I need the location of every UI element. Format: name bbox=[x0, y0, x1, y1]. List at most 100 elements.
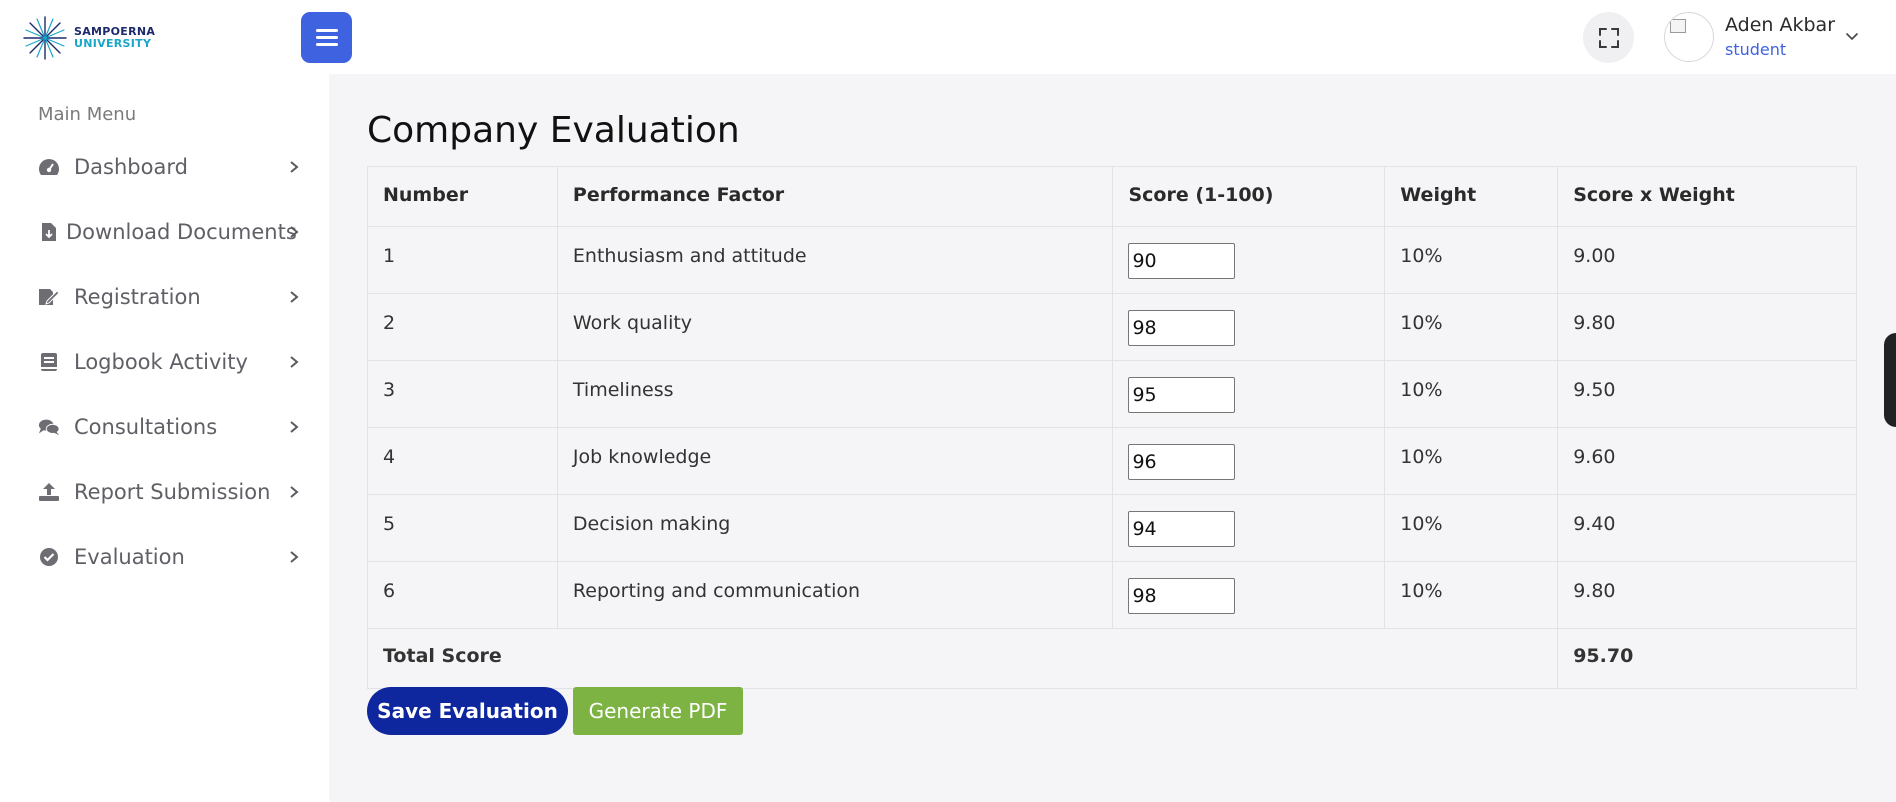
edit-signature-icon bbox=[38, 286, 60, 308]
sidebar: Main Menu Dashboard Download Documents R… bbox=[0, 74, 329, 802]
generate-pdf-button[interactable]: Generate PDF bbox=[573, 687, 743, 735]
chevron-right-icon bbox=[290, 161, 299, 173]
starburst-logo-icon bbox=[23, 16, 67, 60]
performance-factor: Enthusiasm and attitude bbox=[556, 226, 1114, 294]
performance-factor: Job knowledge bbox=[556, 427, 1114, 495]
weighted-score: 9.80 bbox=[1557, 293, 1857, 361]
sidebar-item-label: Dashboard bbox=[74, 155, 188, 179]
sidebar-item-label: Logbook Activity bbox=[74, 350, 248, 374]
user-name[interactable]: Aden Akbar bbox=[1725, 14, 1835, 36]
table-row: 3 Timeliness 10% 9.50 bbox=[367, 360, 1857, 428]
score-input[interactable] bbox=[1128, 578, 1236, 614]
row-number: 1 bbox=[367, 226, 558, 294]
score-cell bbox=[1112, 226, 1386, 294]
score-input[interactable] bbox=[1128, 511, 1236, 547]
score-cell bbox=[1112, 360, 1386, 428]
column-header-score: Score (1-100) bbox=[1112, 166, 1386, 227]
weighted-score: 9.60 bbox=[1557, 427, 1857, 495]
score-input[interactable] bbox=[1128, 243, 1236, 279]
performance-factor: Timeliness bbox=[556, 360, 1114, 428]
table-row: 4 Job knowledge 10% 9.60 bbox=[367, 427, 1857, 495]
score-input[interactable] bbox=[1128, 444, 1236, 480]
chevron-right-icon bbox=[290, 291, 299, 303]
chevron-right-icon bbox=[290, 356, 299, 368]
file-download-icon bbox=[38, 221, 60, 243]
column-header-performance-factor: Performance Factor bbox=[556, 166, 1114, 227]
weight: 10% bbox=[1384, 293, 1559, 361]
performance-factor: Work quality bbox=[556, 293, 1114, 361]
row-number: 2 bbox=[367, 293, 558, 361]
sidebar-item-dashboard[interactable]: Dashboard bbox=[38, 147, 300, 187]
fullscreen-button[interactable] bbox=[1583, 12, 1634, 63]
chevron-right-icon bbox=[290, 486, 299, 498]
weighted-score: 9.40 bbox=[1557, 494, 1857, 562]
book-icon bbox=[38, 351, 60, 373]
sidebar-item-registration[interactable]: Registration bbox=[38, 277, 300, 317]
sidebar-item-label: Report Submission bbox=[74, 480, 271, 504]
table-row: 1 Enthusiasm and attitude 10% 9.00 bbox=[367, 226, 1857, 294]
logo-text: SAMPOERNA UNIVERSITY bbox=[74, 26, 155, 50]
logo-line-2: UNIVERSITY bbox=[74, 37, 152, 50]
top-bar: SAMPOERNA UNIVERSITY Aden Akbar student bbox=[0, 0, 1896, 74]
row-number: 5 bbox=[367, 494, 558, 562]
weight: 10% bbox=[1384, 561, 1559, 629]
row-number: 3 bbox=[367, 360, 558, 428]
table-row: 2 Work quality 10% 9.80 bbox=[367, 293, 1857, 361]
avatar[interactable] bbox=[1664, 12, 1714, 62]
sidebar-item-label: Evaluation bbox=[74, 545, 185, 569]
sidebar-item-evaluation[interactable]: Evaluation bbox=[38, 537, 300, 577]
sidebar-toggle-button[interactable] bbox=[301, 12, 352, 63]
side-panel-handle[interactable] bbox=[1884, 333, 1896, 427]
menu-icon bbox=[315, 29, 338, 46]
user-role: student bbox=[1725, 40, 1787, 59]
chevron-right-icon bbox=[290, 551, 299, 563]
university-logo[interactable]: SAMPOERNA UNIVERSITY bbox=[22, 12, 162, 64]
score-cell bbox=[1112, 427, 1386, 495]
score-cell bbox=[1112, 561, 1386, 629]
total-row: Total Score 95.70 bbox=[366, 628, 1857, 689]
performance-factor: Reporting and communication bbox=[556, 561, 1114, 629]
weight: 10% bbox=[1384, 494, 1559, 562]
gauge-icon bbox=[38, 156, 60, 178]
sidebar-item-logbook-activity[interactable]: Logbook Activity bbox=[38, 342, 300, 382]
column-header-score-x-weight: Score x Weight bbox=[1557, 166, 1857, 227]
performance-factor: Decision making bbox=[556, 494, 1114, 562]
broken-image-icon bbox=[1670, 19, 1686, 33]
column-header-number: Number bbox=[367, 166, 558, 227]
total-score-label: Total Score bbox=[366, 628, 1559, 689]
comments-icon bbox=[38, 416, 60, 438]
evaluation-table: Number Performance Factor Score (1-100) … bbox=[366, 166, 1857, 689]
upload-icon bbox=[38, 481, 60, 503]
score-cell bbox=[1112, 293, 1386, 361]
sidebar-item-report-submission[interactable]: Report Submission bbox=[38, 472, 300, 512]
sidebar-heading: Main Menu bbox=[38, 104, 137, 125]
weight: 10% bbox=[1384, 427, 1559, 495]
weighted-score: 9.50 bbox=[1557, 360, 1857, 428]
page-title: Company Evaluation bbox=[367, 110, 740, 151]
save-evaluation-button[interactable]: Save Evaluation bbox=[367, 687, 568, 735]
sidebar-item-label: Registration bbox=[74, 285, 201, 309]
sidebar-item-download-documents[interactable]: Download Documents bbox=[38, 212, 300, 252]
table-row: 5 Decision making 10% 9.40 bbox=[367, 494, 1857, 562]
chevron-right-icon bbox=[290, 226, 299, 238]
weighted-score: 9.80 bbox=[1557, 561, 1857, 629]
weighted-score: 9.00 bbox=[1557, 226, 1857, 294]
row-number: 4 bbox=[367, 427, 558, 495]
chevron-right-icon bbox=[290, 421, 299, 433]
score-input[interactable] bbox=[1128, 377, 1236, 413]
sidebar-item-label: Consultations bbox=[74, 415, 218, 439]
total-score-value: 95.70 bbox=[1557, 628, 1857, 689]
column-header-weight: Weight bbox=[1384, 166, 1559, 227]
check-circle-icon bbox=[38, 546, 60, 568]
sidebar-item-label: Download Documents bbox=[66, 220, 297, 244]
chevron-down-icon[interactable] bbox=[1845, 30, 1859, 44]
score-cell bbox=[1112, 494, 1386, 562]
table-header-row: Number Performance Factor Score (1-100) … bbox=[367, 166, 1857, 227]
row-number: 6 bbox=[367, 561, 558, 629]
score-input[interactable] bbox=[1128, 310, 1236, 346]
fullscreen-icon bbox=[1598, 27, 1619, 48]
table-row: 6 Reporting and communication 10% 9.80 bbox=[367, 561, 1857, 629]
sidebar-item-consultations[interactable]: Consultations bbox=[38, 407, 300, 447]
weight: 10% bbox=[1384, 360, 1559, 428]
weight: 10% bbox=[1384, 226, 1559, 294]
